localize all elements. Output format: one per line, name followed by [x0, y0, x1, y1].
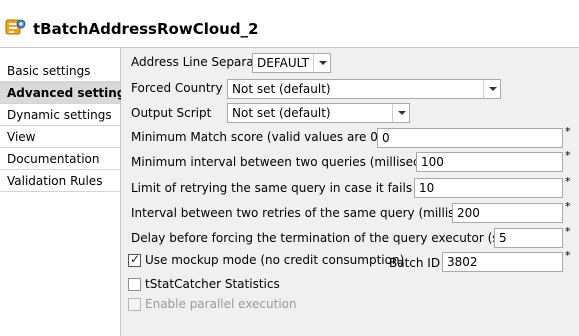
retry-interval-label: Interval between two retries of the same…	[131, 206, 502, 220]
component-header: tBatchAddressRowCloud_2	[0, 0, 579, 48]
forced-country-value: Not set (default)	[232, 82, 331, 96]
min-match-score-label: Minimum Match score (valid values are 0-…	[131, 130, 410, 144]
parallel-execution-checkbox	[128, 298, 141, 311]
retry-interval-input[interactable]: 200	[452, 203, 563, 223]
chevron-down-icon	[313, 54, 330, 72]
required-marker: *	[565, 225, 571, 238]
required-marker: *	[565, 249, 571, 262]
address-line-separator-label: Address Line Separator	[131, 55, 271, 69]
address-line-separator-value: DEFAULT	[257, 56, 309, 70]
required-marker: *	[565, 200, 571, 213]
retry-limit-input[interactable]: 10	[414, 178, 563, 198]
tab-documentation[interactable]: Documentation	[0, 148, 120, 170]
batch-id-input[interactable]: 3802	[442, 252, 563, 272]
required-marker: *	[565, 149, 571, 162]
tab-view[interactable]: View	[0, 126, 120, 148]
output-script-label: Output Script	[131, 106, 212, 120]
tstatcatcher-label: tStatCatcher Statistics	[145, 277, 280, 291]
mockup-mode-label: Use mockup mode (no credit consumption)	[145, 253, 405, 267]
min-match-score-input[interactable]: 0	[377, 128, 563, 148]
required-marker: *	[565, 175, 571, 188]
chevron-down-icon	[392, 104, 409, 122]
termination-delay-input[interactable]: 5	[494, 228, 563, 248]
required-marker: *	[565, 125, 571, 138]
termination-delay-label: Delay before forcing the termination of …	[131, 231, 547, 245]
tstatcatcher-checkbox[interactable]	[128, 278, 141, 291]
component-title: tBatchAddressRowCloud_2	[33, 20, 259, 38]
tab-advanced-settings[interactable]: Advanced settings	[0, 82, 133, 104]
output-script-value: Not set (default)	[232, 106, 331, 120]
component-icon	[5, 19, 26, 35]
advanced-settings-panel: Address Line Separator DEFAULT Forced Co…	[121, 48, 579, 336]
forced-country-label: Forced Country	[131, 81, 223, 95]
retry-limit-label: Limit of retrying the same query in case…	[131, 181, 459, 195]
chevron-down-icon	[483, 80, 500, 98]
min-interval-input[interactable]: 100	[416, 152, 563, 172]
mockup-mode-checkbox[interactable]	[128, 252, 141, 267]
parallel-execution-label: Enable parallel execution	[145, 297, 297, 311]
tab-basic-settings[interactable]: Basic settings	[0, 60, 120, 82]
tab-dynamic-settings[interactable]: Dynamic settings	[0, 104, 120, 126]
tab-validation-rules[interactable]: Validation Rules	[0, 170, 120, 192]
forced-country-select[interactable]: Not set (default)	[227, 79, 501, 99]
settings-sidebar: Basic settings Advanced settings Dynamic…	[0, 48, 133, 336]
min-interval-label: Minimum interval between two queries (mi…	[131, 155, 454, 169]
batch-id-label: Batch ID	[389, 256, 441, 270]
output-script-select[interactable]: Not set (default)	[227, 103, 410, 123]
address-line-separator-select[interactable]: DEFAULT	[252, 53, 331, 73]
